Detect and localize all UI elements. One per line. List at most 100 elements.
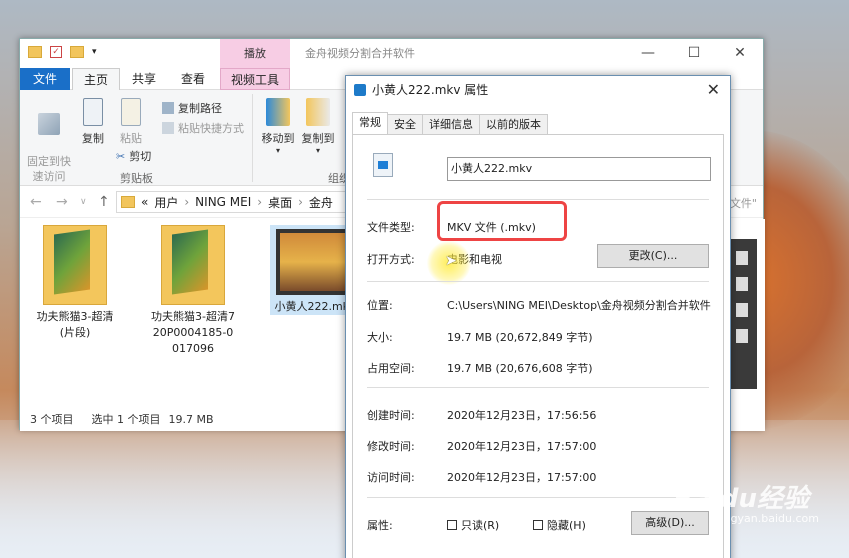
scissors-icon: ✂ — [116, 149, 126, 163]
dialog-tabs: 常规 安全 详细信息 以前的版本 — [352, 112, 548, 134]
created-label: 创建时间: — [367, 409, 415, 422]
modified-label: 修改时间: — [367, 440, 415, 453]
change-button[interactable]: 更改(C)... — [597, 244, 709, 268]
chevron-down-icon: ▾ — [315, 146, 320, 155]
minimize-icon[interactable]: — — [625, 39, 671, 68]
attributes-label: 属性: — [367, 519, 393, 532]
accessed-label: 访问时间: — [367, 471, 415, 484]
filename-field[interactable]: 小黄人222.mkv — [447, 157, 711, 181]
cut-button[interactable]: ✂ 剪切 — [116, 148, 151, 164]
file-type-label: 文件类型: — [367, 221, 415, 234]
mouse-pointer-icon: ➤ — [445, 253, 457, 269]
divider — [367, 199, 709, 200]
dialog-title: 小黄人222.mkv 属性 — [372, 83, 489, 97]
tab-home[interactable]: 主页 — [72, 68, 120, 90]
location-value: C:\Users\NING MEI\Desktop\金舟视频分割合并软件 — [447, 299, 711, 312]
copy-path-icon — [162, 102, 174, 114]
checkbox-icon — [447, 520, 457, 530]
baidu-watermark-logo: Baidu经验 — [673, 484, 809, 514]
copy-icon — [83, 98, 103, 126]
breadcrumb-separator-icon: › — [298, 195, 303, 209]
move-to-button[interactable]: 移动到 ▾ — [258, 98, 298, 155]
chevron-down-icon[interactable]: ▾ — [92, 47, 97, 57]
tab-previous-versions[interactable]: 以前的版本 — [479, 114, 548, 134]
paste-button[interactable]: 粘贴 — [116, 98, 146, 146]
tab-details[interactable]: 详细信息 — [422, 114, 480, 134]
tab-security[interactable]: 安全 — [387, 114, 423, 134]
recent-chevron-icon[interactable]: ∨ — [80, 197, 87, 207]
list-item[interactable]: 功夫熊猫3-超清(片段) — [32, 225, 118, 341]
copy-button[interactable]: 复制 — [78, 98, 108, 146]
paste-icon — [121, 98, 141, 126]
close-icon[interactable]: ✕ — [717, 39, 763, 68]
properties-check-icon[interactable]: ✓ — [50, 46, 62, 58]
new-folder-icon[interactable] — [70, 46, 84, 58]
status-item-count: 3 个项目 — [30, 413, 74, 426]
copy-to-icon — [306, 98, 330, 126]
address-bar[interactable]: « 用户 › NING MEI › 桌面 › 金舟 — [116, 191, 376, 213]
highlight-annotation — [437, 201, 567, 241]
general-panel: 小黄人222.mkv 文件类型: MKV 文件 (.mkv) 打开方式: 电影和… — [352, 134, 724, 558]
video-file-icon — [354, 84, 366, 96]
divider — [367, 387, 709, 388]
folder-icon — [121, 196, 135, 208]
open-with-label: 打开方式: — [367, 253, 415, 266]
folder-icon[interactable] — [28, 46, 42, 58]
item-name: 功夫熊猫3-超清720P0004185-0017096 — [151, 310, 235, 355]
list-item[interactable]: 功夫熊猫3-超清720P0004185-0017096 — [150, 225, 236, 357]
copy-to-label: 复制到 — [301, 132, 335, 145]
breadcrumb-separator-icon: › — [184, 195, 190, 209]
divider — [367, 281, 709, 282]
modified-value: 2020年12月23日，17:57:00 — [447, 440, 597, 453]
tab-share[interactable]: 共享 — [124, 68, 164, 90]
up-arrow-icon[interactable]: ↑ — [98, 194, 110, 210]
breadcrumb-separator-icon: › — [257, 195, 263, 209]
tab-file[interactable]: 文件 — [20, 68, 70, 90]
filmstrip-thumbnail — [727, 239, 757, 389]
tab-video-tools[interactable]: 视频工具 — [220, 68, 290, 90]
breadcrumb-users[interactable]: 用户 — [154, 194, 178, 211]
context-tab-play[interactable]: 播放 — [220, 39, 290, 68]
status-selected: 选中 1 个项目 — [91, 413, 161, 426]
window-title: 金舟视频分割合并软件 — [305, 47, 415, 60]
tab-view[interactable]: 查看 — [170, 68, 216, 90]
item-name: 功夫熊猫3-超清(片段) — [36, 310, 114, 339]
pin-icon — [38, 113, 60, 135]
disk-size-value: 19.7 MB (20,676,608 字节) — [447, 362, 593, 375]
hidden-label: 隐藏(H) — [547, 519, 586, 532]
explorer-titlebar: ✓ ▾ 播放 金舟视频分割合并软件 — ☐ ✕ — [20, 39, 763, 68]
pin-label: 固定到快 速访问 — [27, 155, 71, 183]
disk-size-label: 占用空间: — [367, 362, 415, 375]
close-icon[interactable]: ✕ — [707, 76, 720, 104]
breadcrumb-folder[interactable]: 金舟 — [309, 194, 333, 211]
paste-shortcut-label: 粘贴快捷方式 — [178, 122, 244, 135]
ribbon-separator — [252, 94, 253, 182]
paste-shortcut-button[interactable]: 粘贴快捷方式 — [162, 120, 244, 136]
hidden-checkbox[interactable]: 隐藏(H) — [533, 517, 586, 533]
pin-quick-access-button[interactable]: 固定到快 速访问 — [24, 98, 74, 184]
chevron-down-icon: ▾ — [275, 146, 280, 155]
maximize-icon[interactable]: ☐ — [671, 39, 717, 68]
breadcrumb-more[interactable]: « — [141, 195, 148, 209]
copy-path-button[interactable]: 复制路径 — [162, 100, 222, 116]
folder-thumbnail-icon — [161, 225, 225, 305]
status-size: 19.7 MB — [168, 413, 214, 426]
back-arrow-icon[interactable]: ← — [30, 194, 42, 210]
forward-arrow-icon[interactable]: → — [56, 194, 68, 210]
folder-thumbnail-icon — [43, 225, 107, 305]
copy-label: 复制 — [82, 132, 104, 145]
dialog-titlebar: 小黄人222.mkv 属性 ✕ — [346, 76, 730, 104]
video-file-icon — [373, 153, 393, 177]
move-to-label: 移动到 — [261, 132, 295, 145]
location-label: 位置: — [367, 299, 393, 312]
size-label: 大小: — [367, 331, 393, 344]
breadcrumb-desktop[interactable]: 桌面 — [268, 194, 292, 211]
copy-to-button[interactable]: 复制到 ▾ — [298, 98, 338, 155]
breadcrumb-user[interactable]: NING MEI — [195, 195, 251, 209]
paste-label: 粘贴 — [120, 132, 142, 145]
checkbox-icon — [533, 520, 543, 530]
readonly-checkbox[interactable]: 只读(R) — [447, 517, 499, 533]
created-value: 2020年12月23日，17:56:56 — [447, 409, 597, 422]
readonly-label: 只读(R) — [461, 519, 500, 532]
tab-general[interactable]: 常规 — [352, 112, 388, 134]
